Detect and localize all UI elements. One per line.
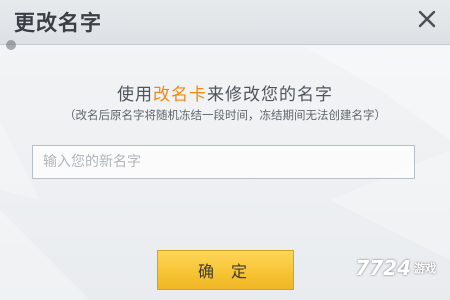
freeze-note: （改名后原名字将随机冻结一段时间，冻结期间无法创建名字） [64,108,386,122]
dialog-header: 更改名字 [0,0,450,45]
instruction-prefix: 使用 [117,85,153,105]
watermark-text: 游戏 [414,262,436,275]
new-name-input[interactable] [32,145,415,179]
corner-decoration [6,40,16,50]
instruction-suffix: 来修改您的名字 [207,85,333,105]
confirm-button[interactable]: 确 定 [157,250,294,290]
close-icon [417,9,437,33]
dialog-title: 更改名字 [14,11,102,35]
rename-card-highlight: 改名卡 [153,85,207,105]
instruction-text: 使用改名卡来修改您的名字 [0,80,450,105]
watermark-number: 7724 [355,256,411,280]
close-button[interactable] [410,4,444,38]
rename-dialog: 更改名字 使用改名卡来修改您的名字 （改名后原名字将随机冻结一段时间，冻结期间无… [0,0,450,300]
watermark-logo: 7724 游戏 [355,256,436,280]
